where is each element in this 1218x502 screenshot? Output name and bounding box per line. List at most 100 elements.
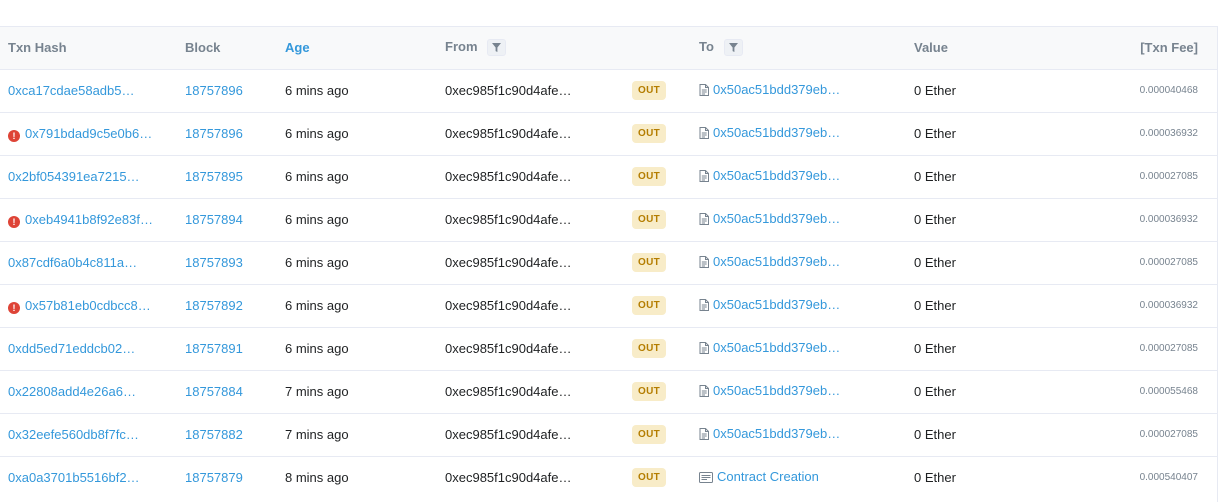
txn-fee-cell: 0.000036932 <box>1113 112 1218 156</box>
txn-hash-link[interactable]: 0xdd5ed71eddcb02… <box>8 341 135 356</box>
block-cell: 18757895 <box>177 155 277 199</box>
transactions-table: Txn Hash Block Age From To Value [Txn Fe… <box>0 27 1218 499</box>
txn-fee-cell: 0.000036932 <box>1113 198 1218 242</box>
out-badge: OUT <box>632 425 667 444</box>
from-address[interactable]: 0xec985f1c90d4afe… <box>437 241 624 285</box>
block-link[interactable]: 18757893 <box>185 255 243 270</box>
table-row: 0x22808add4e26a6… 18757884 7 mins ago 0x… <box>0 370 1218 414</box>
to-cell: 0x50ac51bdd379eb… <box>691 69 906 113</box>
top-spacer <box>0 0 1218 27</box>
to-cell: 0x50ac51bdd379eb… <box>691 241 906 285</box>
txn-hash-link[interactable]: 0xca17cdae58adb5… <box>8 83 135 98</box>
from-address[interactable]: 0xec985f1c90d4afe… <box>437 198 624 242</box>
error-exclamation-icon: ! <box>8 215 20 228</box>
block-link[interactable]: 18757894 <box>185 212 243 227</box>
to-cell: Contract Creation <box>691 456 906 499</box>
to-address-link[interactable]: 0x50ac51bdd379eb… <box>713 168 840 183</box>
out-badge: OUT <box>632 81 667 100</box>
txn-hash-link[interactable]: 0xa0a3701b5516bf2… <box>8 470 140 485</box>
header-value: Value <box>906 27 1113 70</box>
from-address[interactable]: 0xec985f1c90d4afe… <box>437 456 624 499</box>
value-cell: 0 Ether <box>906 112 1113 156</box>
error-exclamation-icon: ! <box>8 129 20 142</box>
out-badge: OUT <box>632 382 667 401</box>
value-cell: 0 Ether <box>906 370 1113 414</box>
document-icon <box>699 342 709 357</box>
block-link[interactable]: 18757879 <box>185 470 243 485</box>
to-address-link[interactable]: 0x50ac51bdd379eb… <box>713 82 840 97</box>
to-address-link[interactable]: 0x50ac51bdd379eb… <box>713 125 840 140</box>
direction-cell: OUT <box>624 198 691 242</box>
block-cell: 18757896 <box>177 69 277 113</box>
out-badge: OUT <box>632 253 667 272</box>
direction-cell: OUT <box>624 241 691 285</box>
table-row: ! 0x791bdad9c5e0b6… 18757896 6 mins ago 0… <box>0 112 1218 156</box>
from-address[interactable]: 0xec985f1c90d4afe… <box>437 155 624 199</box>
block-link[interactable]: 18757892 <box>185 298 243 313</box>
age-cell: 8 mins ago <box>285 470 349 486</box>
out-badge: OUT <box>632 210 667 229</box>
out-badge: OUT <box>632 339 667 358</box>
txn-hash-cell: ! 0xeb4941b8f92e83f… <box>0 198 177 242</box>
txn-hash-cell: 0x87cdf6a0b4c811a… <box>0 241 177 285</box>
to-cell: 0x50ac51bdd379eb… <box>691 370 906 414</box>
from-filter-icon[interactable] <box>487 39 507 57</box>
txn-hash-link[interactable]: 0x791bdad9c5e0b6… <box>25 126 152 141</box>
out-badge: OUT <box>632 124 667 143</box>
txn-hash-cell: 0xca17cdae58adb5… <box>0 69 177 113</box>
from-address[interactable]: 0xec985f1c90d4afe… <box>437 284 624 328</box>
txn-hash-link[interactable]: 0x32eefe560db8f7fc… <box>8 427 139 442</box>
to-address-link[interactable]: 0x50ac51bdd379eb… <box>713 297 840 312</box>
value-cell: 0 Ether <box>906 198 1113 242</box>
block-link[interactable]: 18757884 <box>185 384 243 399</box>
txn-fee-cell: 0.000055468 <box>1113 370 1218 414</box>
to-address-link[interactable]: 0x50ac51bdd379eb… <box>713 340 840 355</box>
txn-hash-link[interactable]: 0x22808add4e26a6… <box>8 384 136 399</box>
to-address-link[interactable]: 0x50ac51bdd379eb… <box>713 254 840 269</box>
direction-cell: OUT <box>624 155 691 199</box>
header-age[interactable]: Age <box>277 27 437 70</box>
to-address-link[interactable]: 0x50ac51bdd379eb… <box>713 426 840 441</box>
txn-hash-link[interactable]: 0x87cdf6a0b4c811a… <box>8 255 137 270</box>
block-cell: 18757879 <box>177 456 277 499</box>
block-link[interactable]: 18757882 <box>185 427 243 442</box>
value-cell: 0 Ether <box>906 284 1113 328</box>
txn-fee-cell: 0.000027085 <box>1113 241 1218 285</box>
age-cell: 6 mins ago <box>277 241 437 285</box>
document-icon <box>699 84 709 99</box>
document-icon <box>699 127 709 142</box>
out-badge: OUT <box>632 468 667 488</box>
direction-cell: OUT <box>624 370 691 414</box>
age-cell: 6 mins ago <box>277 69 437 113</box>
from-address[interactable]: 0xec985f1c90d4afe… <box>437 370 624 414</box>
age-cell: 6 mins ago <box>277 155 437 199</box>
to-address-link[interactable]: 0x50ac51bdd379eb… <box>713 211 840 226</box>
from-address[interactable]: 0xec985f1c90d4afe… <box>437 327 624 371</box>
txn-hash-link[interactable]: 0x2bf054391ea7215… <box>8 169 140 184</box>
txn-fee-cell: 0.000036932 <box>1113 284 1218 328</box>
txn-hash-cell: 0xdd5ed71eddcb02… <box>0 327 177 371</box>
age-cell: 7 mins ago <box>277 370 437 414</box>
from-address[interactable]: 0xec985f1c90d4afe… <box>437 413 624 457</box>
to-cell: 0x50ac51bdd379eb… <box>691 327 906 371</box>
block-link[interactable]: 18757891 <box>185 341 243 356</box>
from-address[interactable]: 0xec985f1c90d4afe… <box>437 112 624 156</box>
block-cell: 18757892 <box>177 284 277 328</box>
to-filter-icon[interactable] <box>723 39 743 57</box>
block-link[interactable]: 18757895 <box>185 169 243 184</box>
age-cell: 6 mins ago <box>277 198 437 242</box>
header-txn-fee[interactable]: [Txn Fee] <box>1113 27 1218 70</box>
txn-hash-link[interactable]: 0xeb4941b8f92e83f… <box>25 212 153 227</box>
block-link[interactable]: 18757896 <box>185 126 243 141</box>
txn-hash-link[interactable]: 0x57b81eb0cdbcc8… <box>25 298 151 313</box>
to-address-link[interactable]: 0x50ac51bdd379eb… <box>713 383 840 398</box>
from-address[interactable]: 0xec985f1c90d4afe… <box>437 69 624 113</box>
to-address-link[interactable]: Contract Creation <box>717 469 819 484</box>
txn-fee-cell: 0.000027085 <box>1113 327 1218 371</box>
out-badge: OUT <box>632 296 667 315</box>
block-link[interactable]: 18757896 <box>185 83 243 98</box>
document-icon <box>699 256 709 271</box>
to-cell: 0x50ac51bdd379eb… <box>691 284 906 328</box>
table-row: 0x2bf054391ea7215… 18757895 6 mins ago 0… <box>0 155 1218 199</box>
header-txn-hash: Txn Hash <box>0 27 177 70</box>
